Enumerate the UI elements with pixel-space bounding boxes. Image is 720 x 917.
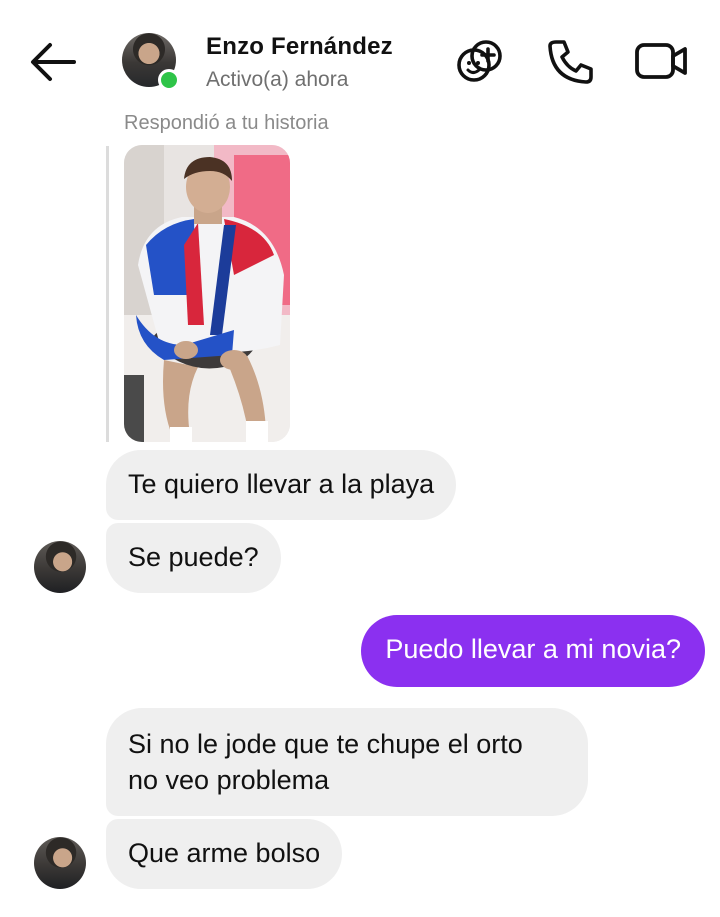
contact-avatar-small[interactable]	[34, 541, 86, 593]
message-bubble-incoming[interactable]: Si no le jode que te chupe el orto no ve…	[106, 708, 588, 816]
message-text: Puedo llevar a mi novia?	[385, 634, 681, 664]
message-text: Te quiero llevar a la playa	[128, 469, 435, 499]
effects-icon[interactable]	[452, 36, 508, 86]
message-bubble-outgoing[interactable]: Puedo llevar a mi novia?	[361, 615, 705, 687]
message-text-line: Si no le jode que te chupe el orto	[128, 729, 523, 759]
message-text: Que arme bolso	[128, 838, 321, 868]
back-arrow-icon[interactable]	[28, 40, 78, 84]
story-reply-divider	[106, 146, 109, 442]
phone-icon[interactable]	[544, 36, 596, 86]
contact-avatar-small[interactable]	[34, 837, 86, 889]
contact-status: Activo(a) ahora	[206, 68, 349, 91]
message-bubble-incoming[interactable]: Que arme bolso	[106, 819, 343, 889]
message-bubble-incoming[interactable]: Te quiero llevar a la playa	[106, 450, 457, 520]
message-text-line: no veo problema	[128, 765, 330, 795]
story-thumbnail[interactable]	[124, 145, 290, 442]
message-bubble-incoming[interactable]: Se puede?	[106, 523, 281, 593]
contact-name[interactable]: Enzo Fernández	[206, 33, 393, 61]
story-reply-caption: Respondió a tu historia	[124, 112, 329, 134]
online-status-indicator	[158, 69, 180, 91]
message-text: Se puede?	[128, 542, 259, 572]
video-camera-icon[interactable]	[632, 36, 690, 86]
